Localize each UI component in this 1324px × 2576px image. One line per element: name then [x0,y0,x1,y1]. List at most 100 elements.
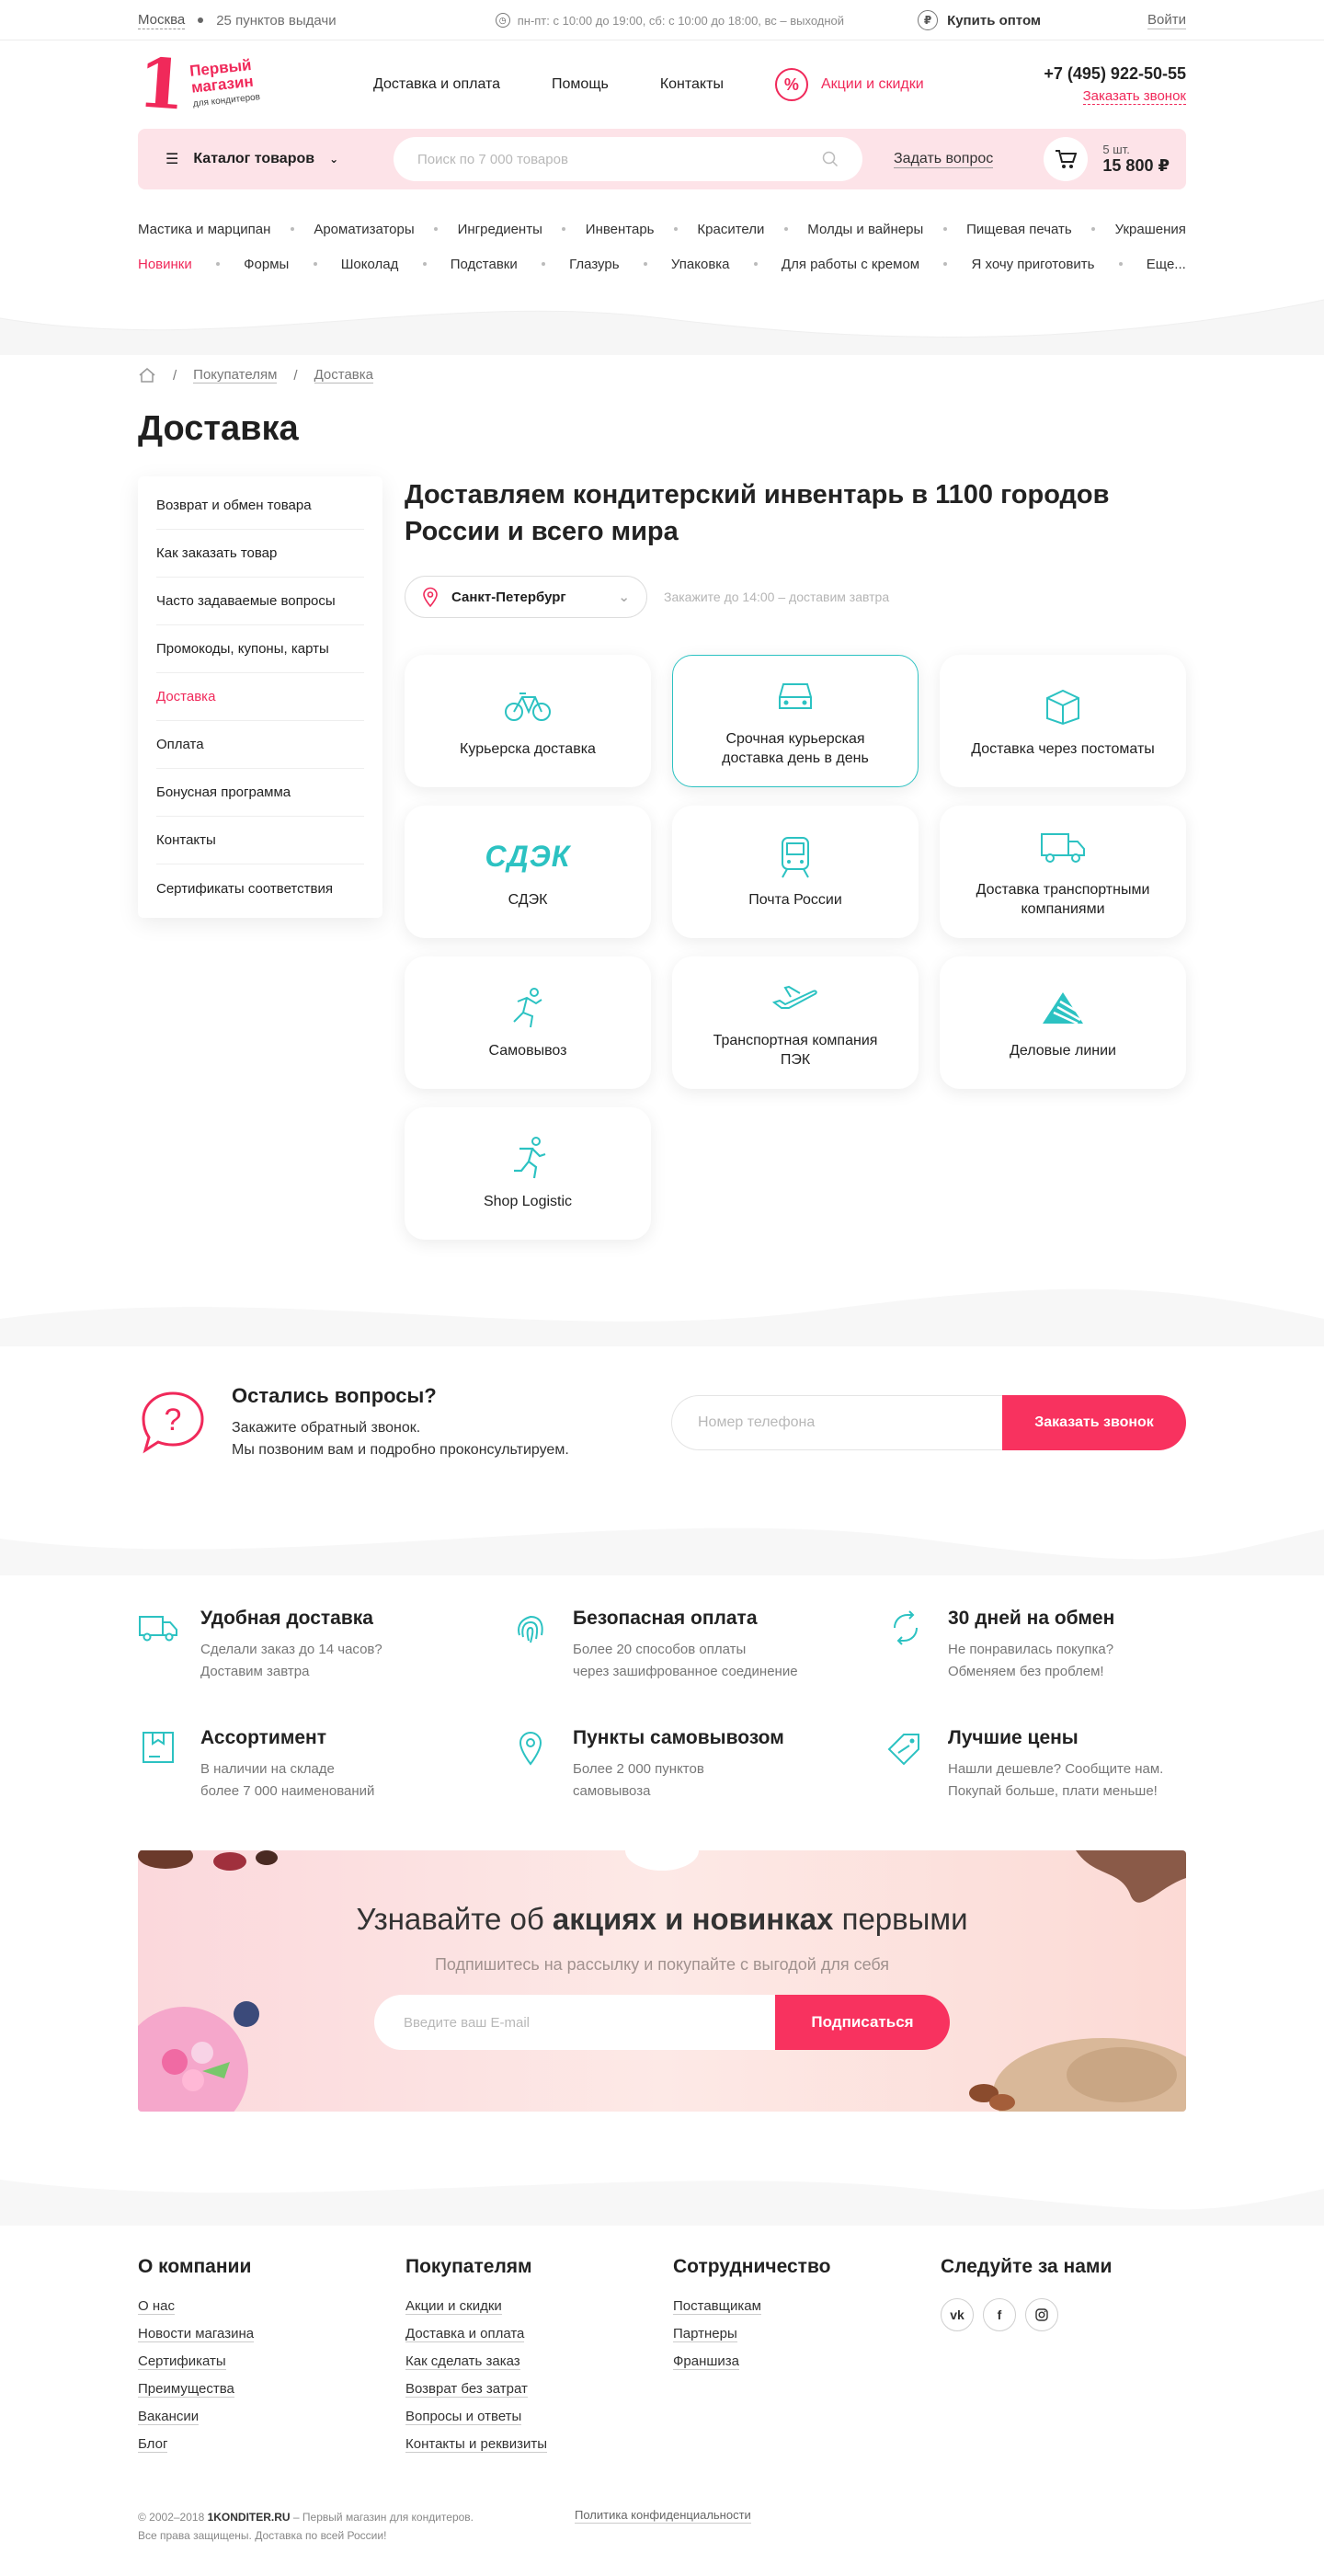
subscribe-title-part1: Узнавайте об [356,1902,553,1936]
search-input[interactable]: Поиск по 7 000 товаров [394,137,862,181]
category-item-more[interactable]: Еще... [1147,257,1186,272]
home-icon[interactable] [138,367,156,384]
category-item[interactable]: Инвентарь [586,222,655,237]
footer-link[interactable]: Акции и скидки [405,2298,502,2315]
sidebar-item-contacts[interactable]: Контакты [156,817,364,864]
feature-desc-line: Нашли дешевле? Сообщите нам. [948,1761,1164,1777]
footer-link[interactable]: Как сделать заказ [405,2353,520,2370]
feature-title: Ассортимент [200,1727,327,1748]
facebook-icon[interactable]: f [983,2298,1016,2331]
callback-button[interactable]: Заказать звонок [1002,1395,1186,1450]
pickup-points-link[interactable]: 25 пунктов выдачи [216,13,336,29]
feature-pickup: Пункты самовывозом Более 2 000 пунктов сам… [510,1727,885,1803]
delivery-card-shop-logistic[interactable]: Shop Logistic [405,1107,651,1240]
category-item[interactable]: Шоколад [341,257,399,272]
category-item[interactable]: Глазурь [569,257,619,272]
footer-link[interactable]: Поставщикам [673,2298,761,2315]
truck-icon [139,1616,177,1642]
callback-link[interactable]: Заказать звонок [1082,89,1186,105]
ask-question-link[interactable]: Задать вопрос [894,151,994,168]
footer-link[interactable]: Сертификаты [138,2353,226,2370]
promo-link[interactable]: % Акции и скидки [774,68,924,101]
delivery-card-dellin[interactable]: Деловые линии [940,956,1186,1089]
sidebar-item-certificates[interactable]: Сертификаты соответствия [156,864,364,912]
wave-divider [0,299,1324,355]
catalog-button[interactable]: ☰ Каталог товаров ⌄ [154,150,394,168]
footer-link[interactable]: Партнеры [673,2326,737,2342]
footer-link[interactable]: Возврат без затрат [405,2381,528,2398]
vk-icon[interactable]: vk [941,2298,974,2331]
sidebar-item-delivery[interactable]: Доставка [156,673,364,721]
category-item[interactable]: Ароматизаторы [314,222,414,237]
search-icon[interactable] [822,151,839,167]
category-item[interactable]: Ингредиенты [458,222,542,237]
callback-form: Номер телефона Заказать звонок [671,1395,1186,1450]
sidebar-item-faq[interactable]: Часто задаваемые вопросы [156,578,364,625]
category-item[interactable]: Молды и вайнеры [807,222,923,237]
instagram-icon[interactable] [1025,2298,1058,2331]
delivery-card-postamat[interactable]: Доставка через постоматы [940,655,1186,787]
site-logo[interactable]: 1 Первый магазин для кондитеров [135,43,322,125]
menu-icon: ☰ [166,152,179,167]
breadcrumb-delivery[interactable]: Доставка [314,367,373,384]
category-item[interactable]: Украшения [1115,222,1186,237]
footer-link[interactable]: Блог [138,2436,168,2453]
sidebar-item-bonus[interactable]: Бонусная программа [156,769,364,817]
delivery-card-courier[interactable]: Курьерска доставка [405,655,651,787]
callback-line2: Мы позвоним вам и подробно проконсультир… [232,1442,569,1458]
phone-input[interactable]: Номер телефона [671,1395,1002,1450]
phone-number[interactable]: +7 (495) 922-50-55 [1044,64,1186,84]
separator-dot [541,262,545,266]
privacy-policy-link[interactable]: Политика конфиденциальности [575,2508,751,2524]
sidebar-item-returns[interactable]: Возврат и обмен товара [156,482,364,530]
delivery-card-pickup[interactable]: Самовывоз [405,956,651,1089]
package-icon [143,1732,174,1763]
category-item[interactable]: Красители [697,222,764,237]
category-item[interactable]: Подставки [451,257,518,272]
sidebar-item-how-to-order[interactable]: Как заказать товар [156,530,364,578]
delivery-card-russian-post[interactable]: Почта России [672,806,919,938]
city-select[interactable]: Санкт-Петербург ⌄ [405,576,647,618]
email-input[interactable]: Введите ваш E-mail [374,1995,775,2050]
city-selector[interactable]: Москва [138,12,186,29]
train-icon [778,835,813,879]
footer-link[interactable]: Вопросы и ответы [405,2409,522,2425]
category-item[interactable]: Мастика и марципан [138,222,270,237]
percent-icon: % [774,68,808,101]
category-item[interactable]: Формы [244,257,289,272]
category-item[interactable]: Я хочу приготовить [971,257,1094,272]
login-link[interactable]: Войти [1147,12,1186,29]
header-contact: +7 (495) 922-50-55 Заказать звонок [1044,64,1186,105]
category-item-new[interactable]: Новинки [138,257,192,272]
separator-dot [783,227,788,231]
delivery-heading: Доставляем кондитерский инвентарь в 1100… [405,480,1110,546]
nav-delivery[interactable]: Доставка и оплата [373,76,500,93]
cart-widget[interactable]: 5 шт. 15 800 ₽ [1044,137,1170,181]
delivery-card-cdek[interactable]: СДЭК СДЭК [405,806,651,938]
sidebar-item-promocodes[interactable]: Промокоды, купоны, карты [156,625,364,673]
feature-title: Безопасная оплата [573,1608,758,1629]
footer-link[interactable]: Франшиза [673,2353,740,2370]
cart-summary: 5 шт. 15 800 ₽ [1102,143,1170,176]
delivery-card-pek[interactable]: Транспортная компания ПЭК [672,956,919,1089]
feature-desc: В наличии на складе более 7 000 наименова… [200,1758,374,1803]
footer-link[interactable]: О нас [138,2298,175,2315]
category-item[interactable]: Для работы с кремом [782,257,919,272]
wholesale-link[interactable]: ₽ Купить оптом [918,10,1041,30]
feature-desc-line: Более 2 000 пунктов [573,1761,704,1777]
category-item[interactable]: Пищевая печать [966,222,1072,237]
delivery-card-transport[interactable]: Доставка транспортными компаниями [940,806,1186,938]
sidebar-item-payment[interactable]: Оплата [156,721,364,769]
nav-help[interactable]: Помощь [552,76,609,93]
nav-contacts[interactable]: Контакты [660,76,724,93]
footer-link[interactable]: Контакты и реквизиты [405,2436,548,2453]
footer-link[interactable]: Преимущества [138,2381,234,2398]
category-item[interactable]: Упаковка [671,257,730,272]
footer-link[interactable]: Вакансии [138,2409,200,2425]
separator-dot [753,262,758,266]
footer-link[interactable]: Новости магазина [138,2326,255,2342]
subscribe-button[interactable]: Подписаться [775,1995,950,2050]
delivery-card-express[interactable]: Срочная курьерская доставка день в день [672,655,919,787]
breadcrumb-buyers[interactable]: Покупателям [193,367,278,384]
footer-link[interactable]: Доставка и оплата [405,2326,525,2342]
